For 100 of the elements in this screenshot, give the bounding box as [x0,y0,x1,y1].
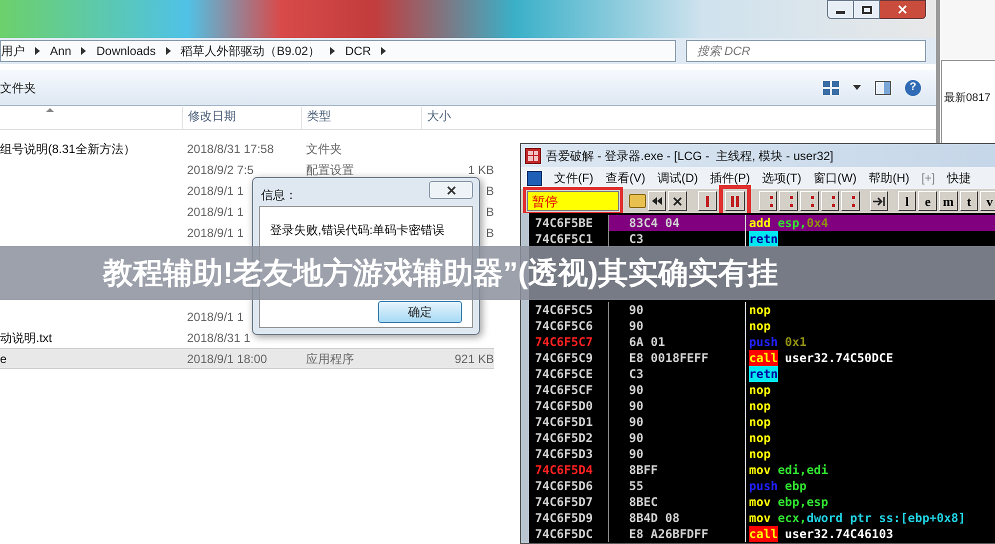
menu-item[interactable]: 窗口(W) [813,169,857,187]
menu-item[interactable]: 快捷 [947,169,972,187]
menu-item[interactable]: 帮助(H) [868,169,910,187]
run-to-button[interactable] [870,191,888,211]
instruction-row[interactable]: 83C4 04 add esp,0x4 [609,215,995,231]
breadcrumb-item[interactable]: DCR [345,42,372,60]
instruction-row[interactable]: E8 A26BFDFF call user32.74C46103 [609,526,995,542]
address-text: 74C6F5D1 [535,415,593,429]
breadcrumb-item[interactable]: 用户 [1,42,25,60]
menu-item[interactable]: 文件(F) [554,169,594,187]
rewind-button[interactable] [648,191,666,211]
address-text: 74C6F5D3 [535,447,593,461]
file-date: 2018/9/2 7:5 [187,162,254,176]
column-header[interactable]: 大小 [421,107,501,129]
hex-bytes: 90 [629,447,644,461]
instruction-row[interactable]: 90 nop [609,382,995,398]
maximize-button[interactable] [854,0,880,19]
chevron-icon [166,47,171,55]
chevron-icon [381,47,386,55]
window-button[interactable]: l [898,191,916,211]
menu-item[interactable]: 查看(V) [605,169,646,187]
instruction-row[interactable]: E8 0018FEFF call user32.74C50DCE [609,350,995,366]
window-button[interactable]: t [960,191,978,211]
address-text: 74C6F5D2 [535,431,593,445]
instruction-row[interactable]: 8B4D 08 mov ecx,dword ptr ss:[ebp+0x8] [609,510,995,526]
address-text: 74C6F5CF [535,383,593,397]
instruction-row[interactable]: 90 nop [609,430,995,446]
step-button[interactable] [779,191,798,211]
instruction-row[interactable]: 90 nop [609,318,995,334]
address-text: 74C6F5D4 [535,463,593,477]
hex-bytes: 90 [629,303,644,317]
instruction-row[interactable]: 8BFF mov edi,edi [609,462,995,478]
pause-button[interactable] [725,191,746,211]
step-button[interactable] [841,191,860,211]
instruction-row[interactable]: 90 nop [609,414,995,430]
address-text: 74C6F5CE [535,367,593,381]
hex-bytes: 90 [629,399,644,413]
file-size: B [486,224,494,242]
address-bar[interactable]: 用户 Ann Downloads 稻草人外部驱动（B9.02） DCR [0,40,676,62]
instruction-row[interactable]: 6A 01 push 0x1 [609,334,995,350]
new-folder-button[interactable]: 文件夹 [0,78,36,96]
mnemonic-text: nop [749,382,771,398]
file-row[interactable]: 2018/9/2 7:5 配置设置 1 KB [0,159,494,180]
operand-text: esp,0x4 [778,215,828,231]
operand-text: edi,edi [778,462,828,478]
menu-item[interactable]: 选项(T) [762,169,802,187]
instruction-row[interactable]: 55 push ebp [609,478,995,494]
window-button[interactable]: m [939,191,958,211]
column-header[interactable]: 修改日期 [182,107,301,129]
instruction-row[interactable]: C3 retn [609,366,995,382]
ok-button[interactable]: 确定 [378,301,462,323]
dialog-message: 登录失败,错误代码:单码卡密错误 [270,222,446,239]
window-button[interactable]: e [918,191,938,211]
hex-bytes: 8BFF [629,463,658,477]
step-button[interactable] [820,191,840,211]
help-button[interactable]: ? [905,80,921,96]
operand-text: ecx,dword ptr ss:[ebp+0x8] [778,510,966,526]
address-text: 74C6F5D0 [535,399,593,413]
column-header[interactable]: 类型 [301,107,421,129]
file-name: 组号说明(8.31全新方法） [0,142,136,156]
file-row[interactable]: 组号说明(8.31全新方法） 2018/8/31 17:58 文件夹 [0,138,494,159]
operand-text: user32.74C46103 [784,526,894,542]
chevron-icon [35,47,40,55]
mnemonic-text: call [749,526,778,542]
close-button[interactable] [429,181,473,199]
mnemonic-text: call [749,350,778,366]
menu-item[interactable]: 调试(D) [657,169,698,187]
close-icon [673,196,682,206]
breadcrumb-item[interactable]: Downloads [96,42,156,60]
caret-icon[interactable] [853,85,861,90]
breadcrumb-item[interactable]: 稻草人外部驱动（B9.02） [180,42,320,60]
instruction-row[interactable]: 90 nop [609,302,995,318]
mnemonic-text: nop [749,414,771,430]
mnemonic-text: nop [749,318,771,334]
file-row[interactable]: e 2018/9/1 18:00 应用程序 921 KB [0,348,494,369]
minimize-icon [836,11,845,14]
sort-caret-icon[interactable] [46,108,54,112]
window-title: 吾爱破解 - 登录器.exe - [LCG - 主线程, 模块 - user32] [546,148,834,164]
window-button[interactable]: v [980,191,995,211]
instruction-row[interactable]: 90 nop [609,398,995,414]
view-icon[interactable] [823,80,839,94]
minimize-button[interactable] [827,0,854,19]
instruction-row[interactable]: 8BEC mov ebp,esp [609,494,995,510]
close-button[interactable] [880,0,926,19]
file-type: 文件夹 [306,142,342,156]
operand-text: user32.74C50DCE [784,350,894,366]
file-date: 2018/9/1 1 [187,204,244,218]
file-size: 1 KB [468,162,494,178]
step-button[interactable] [800,191,819,211]
address-text: 74C6F5C5 [535,303,593,317]
search-field[interactable]: 搜索 DCR [686,40,926,62]
preview-pane-icon[interactable] [875,80,891,94]
file-date: 2018/9/1 18:00 [187,352,268,366]
step-button[interactable] [758,191,778,211]
menu-item[interactable]: 插件(P) [710,169,750,187]
breadcrumb-item[interactable]: Ann [50,42,72,60]
instruction-row[interactable]: 90 nop [609,446,995,462]
run-button[interactable] [698,191,718,211]
file-date: 2018/8/31 1 [187,330,250,344]
run-icon [706,196,710,206]
